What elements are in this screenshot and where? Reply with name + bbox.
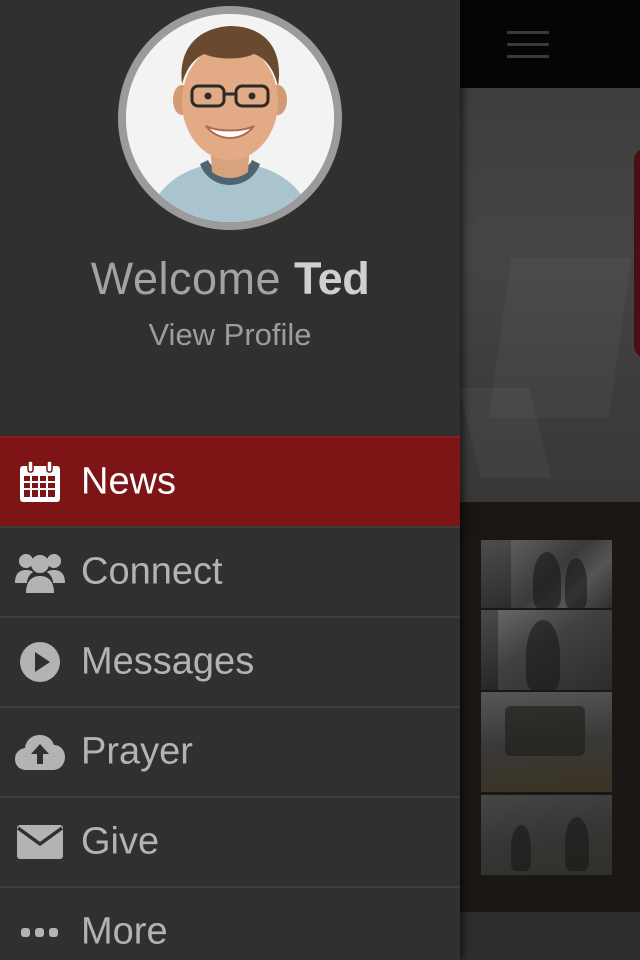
menu-item-give[interactable]: Give bbox=[0, 796, 460, 886]
avatar[interactable] bbox=[118, 6, 342, 230]
menu-item-label: Messages bbox=[81, 640, 255, 683]
background-photo-gallery bbox=[460, 540, 640, 912]
menu-item-label: Give bbox=[81, 820, 160, 863]
menu-item-label: Connect bbox=[81, 550, 223, 593]
calendar-icon bbox=[14, 456, 66, 508]
drawer-menu: News Connect Messages Prayer Give More bbox=[0, 436, 460, 960]
avatar-photo bbox=[126, 14, 334, 222]
gallery-photo bbox=[481, 692, 612, 792]
background-top-bar bbox=[460, 0, 640, 88]
menu-item-more[interactable]: More bbox=[0, 886, 460, 960]
menu-item-label: Prayer bbox=[81, 730, 193, 773]
user-portrait-icon bbox=[126, 14, 334, 222]
background-bottom-bar bbox=[460, 912, 640, 960]
gallery-photo bbox=[481, 610, 498, 690]
menu-item-connect[interactable]: Connect bbox=[0, 526, 460, 616]
welcome-message: Welcome Ted bbox=[0, 253, 460, 305]
welcome-text: Welcome bbox=[90, 253, 282, 304]
menu-item-messages[interactable]: Messages bbox=[0, 616, 460, 706]
background-divider bbox=[460, 502, 640, 540]
envelope-icon bbox=[14, 816, 66, 868]
menu-item-prayer[interactable]: Prayer bbox=[0, 706, 460, 796]
view-profile-link[interactable]: View Profile bbox=[0, 317, 460, 353]
menu-item-label: More bbox=[81, 910, 168, 953]
app-screen: Welcome Ted View Profile News Connect Me… bbox=[0, 0, 640, 960]
gallery-photo bbox=[498, 610, 612, 690]
gallery-photo bbox=[511, 540, 612, 608]
background-app[interactable] bbox=[460, 0, 640, 960]
hamburger-icon[interactable] bbox=[507, 29, 549, 59]
user-name: Ted bbox=[294, 253, 370, 304]
side-drawer: Welcome Ted View Profile News Connect Me… bbox=[0, 0, 460, 960]
gallery-photo bbox=[481, 795, 612, 875]
gallery-photo bbox=[481, 540, 511, 608]
background-hero-image bbox=[460, 88, 640, 502]
menu-item-news[interactable]: News bbox=[0, 436, 460, 526]
ellipsis-icon bbox=[14, 906, 66, 958]
cloud-upload-icon bbox=[14, 726, 66, 778]
menu-item-label: News bbox=[81, 460, 177, 503]
users-icon bbox=[14, 546, 66, 598]
play-circle-icon bbox=[14, 636, 66, 688]
